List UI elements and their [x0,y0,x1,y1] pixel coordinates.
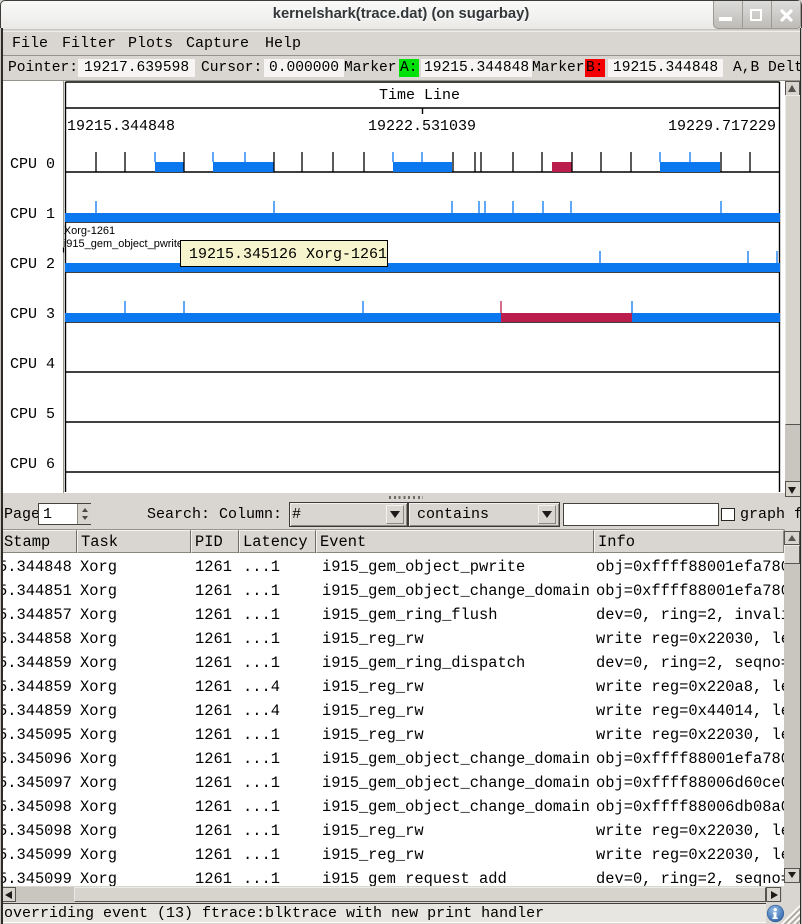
svg-text:19215.345126 Xorg-1261: 19215.345126 Xorg-1261 [189,246,387,263]
svg-text:Time Line: Time Line [379,87,460,104]
svg-text:CPU 2: CPU 2 [10,256,55,273]
svg-text:CPU 4: CPU 4 [10,356,55,373]
svg-text:Xorg-1261: Xorg-1261 [64,225,115,237]
svg-text:CPU 1: CPU 1 [10,206,55,223]
svg-text:i915_gem_object_pwrite: i915_gem_object_pwrite [64,238,183,250]
svg-text:CPU 3: CPU 3 [10,306,55,323]
svg-text:CPU 5: CPU 5 [10,406,55,423]
svg-text:19222.531039: 19222.531039 [368,118,476,135]
svg-text:CPU 0: CPU 0 [10,156,55,173]
svg-text:CPU 6: CPU 6 [10,456,55,473]
svg-text:19229.717229: 19229.717229 [668,118,776,135]
svg-text:19215.344848: 19215.344848 [67,118,175,135]
